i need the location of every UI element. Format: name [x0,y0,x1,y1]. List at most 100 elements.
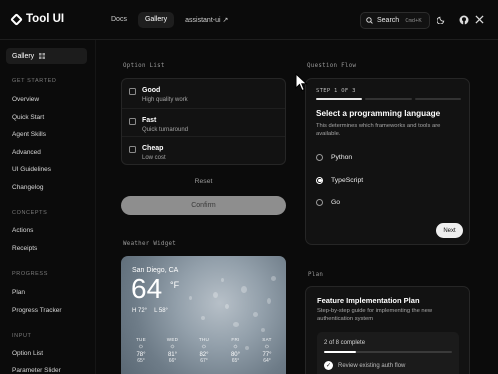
radio-button[interactable] [316,198,323,206]
sun-icon: ☼ [232,343,239,350]
nav-gallery[interactable]: Gallery [137,12,175,28]
search-button[interactable]: Search Cmd+K [360,12,430,29]
weather-panel-title: Weather Widget [123,241,177,247]
forecast-day: FRI ☼ 80° 65° [224,337,248,364]
day-name: TUE [135,337,147,342]
day-low: 65° [137,358,145,364]
sidebar-item-actions[interactable]: Actions [12,227,33,234]
weather-high: H 72° [132,308,148,314]
radio-button-selected[interactable] [316,176,323,184]
next-button[interactable]: Next [436,223,463,238]
option-title: Good [142,87,161,94]
checkbox[interactable] [129,88,136,95]
step-progress [316,98,461,100]
sidebar-item-parameter-slider[interactable]: Parameter Slider [12,367,61,374]
sidebar-item-progress-tracker[interactable]: Progress Tracker [12,307,62,314]
choice-go[interactable]: Go [316,195,464,209]
weather-widget: San Diego, CA 64 °F H 72° L 58° TUE ☼ 78… [121,256,286,374]
plan-card: Feature Implementation Plan Step-by-step… [305,286,470,374]
sidebar-gallery-label: Gallery [12,52,35,60]
check-icon: ✓ [324,361,333,370]
question-flow-card: STEP 1 OF 3 Select a programming languag… [305,78,470,245]
plan-progress-fill [324,351,356,353]
weather-hi-lo: H 72° L 58° [132,308,168,314]
sidebar-item-option-list[interactable]: Option List [12,350,43,357]
sidebar-section-input: INPUT [12,333,32,339]
option-good[interactable]: Good High quality work [122,79,285,107]
choice-label: Python [331,153,353,161]
day-name: FRI [231,337,240,342]
step-indicator: STEP 1 OF 3 [316,88,356,94]
sun-icon: ☼ [263,343,271,350]
sidebar-item-receipts[interactable]: Receipts [12,245,37,252]
plan-progress-bar [324,351,452,353]
forecast-day: SAT ☼ 77° 64° [255,337,279,364]
grid-icon [39,53,46,59]
forecast-day: THU ☼ 82° 67° [192,337,216,364]
step-segment-3 [414,98,461,100]
day-low: 64° [263,358,271,364]
weather-temp: 64 [131,273,163,304]
question-description: This determines which frameworks and too… [316,123,441,137]
sidebar-item-gallery[interactable]: Gallery [6,48,87,64]
plan-progress-count: 2 of 8 complete [324,340,366,346]
sidebar: Gallery GET STARTED Overview Quick Start… [0,40,95,374]
mouse-cursor-icon [295,73,308,92]
option-subtitle: Quick turnaround [142,127,189,133]
checkbox[interactable] [129,146,136,153]
step-segment-2 [365,98,412,100]
sun-icon: ☼ [169,343,176,350]
brand-logo[interactable]: Tool UI [10,12,65,26]
day-low: 67° [200,358,208,364]
forecast-day: WED ☼ 81° 66° [161,337,185,364]
x-icon[interactable] [474,14,485,25]
question-flow-panel-title: Question Flow [307,63,357,69]
sidebar-item-changelog[interactable]: Changelog [12,184,43,191]
confirm-button[interactable]: Confirm [121,196,286,215]
plan-description: Step-by-step guide for implementing the … [317,308,433,322]
sidebar-item-overview[interactable]: Overview [12,96,39,103]
option-title: Cheap [142,145,164,152]
nav-assistant-ui[interactable]: assistant-ui ↗ [178,12,235,28]
step-segment-1 [316,98,363,100]
choice-label: TypeScript [331,176,364,184]
day-low: 66° [168,358,177,364]
question-title: Select a programming language [316,109,441,118]
day-name: SAT [262,337,272,342]
nav-docs[interactable]: Docs [104,12,134,28]
plan-panel-title: Plan [308,272,324,278]
sidebar-item-agent-skills[interactable]: Agent Skills [12,131,46,138]
choice-label: Go [331,198,341,206]
moon-icon[interactable] [436,14,447,25]
choice-typescript[interactable]: TypeScript [316,173,464,187]
choice-python[interactable]: Python [316,150,464,164]
logo-icon [10,12,23,26]
option-subtitle: High quality work [142,97,188,103]
github-icon[interactable] [458,14,469,25]
weather-unit: °F [170,280,180,290]
sidebar-item-plan[interactable]: Plan [12,289,25,296]
sidebar-item-ui-guidelines[interactable]: UI Guidelines [12,166,51,173]
top-header: Tool UI Docs Gallery assistant-ui ↗ Sear… [0,0,498,40]
sidebar-section-get-started: GET STARTED [12,78,57,84]
option-cheap[interactable]: Cheap Low cost [122,136,285,164]
option-subtitle: Low cost [142,155,166,161]
reset-button[interactable]: Reset [121,173,286,189]
plan-step-label: Review existing auth flow [338,362,406,369]
top-nav: Docs Gallery assistant-ui ↗ [104,12,235,28]
weather-forecast: TUE ☼ 78° 65° WED ☼ 81° 66° THU ☼ 82° 67… [129,337,279,364]
forecast-day: TUE ☼ 78° 65° [129,337,153,364]
radio-button[interactable] [316,153,323,161]
option-list: Good High quality work Fast Quick turnar… [121,78,286,165]
option-fast[interactable]: Fast Quick turnaround [122,108,285,136]
plan-step[interactable]: ✓ Review existing auth flow [324,361,405,370]
sidebar-item-advanced[interactable]: Advanced [12,149,41,156]
sidebar-item-quick-start[interactable]: Quick Start [12,114,44,121]
checkbox[interactable] [129,118,136,125]
search-shortcut: Cmd+K [405,17,422,24]
day-low: 65° [231,358,240,364]
search-icon [366,17,373,24]
sun-icon: ☼ [200,343,208,350]
sun-icon: ☼ [137,343,145,350]
brand-name: Tool UI [26,13,65,25]
